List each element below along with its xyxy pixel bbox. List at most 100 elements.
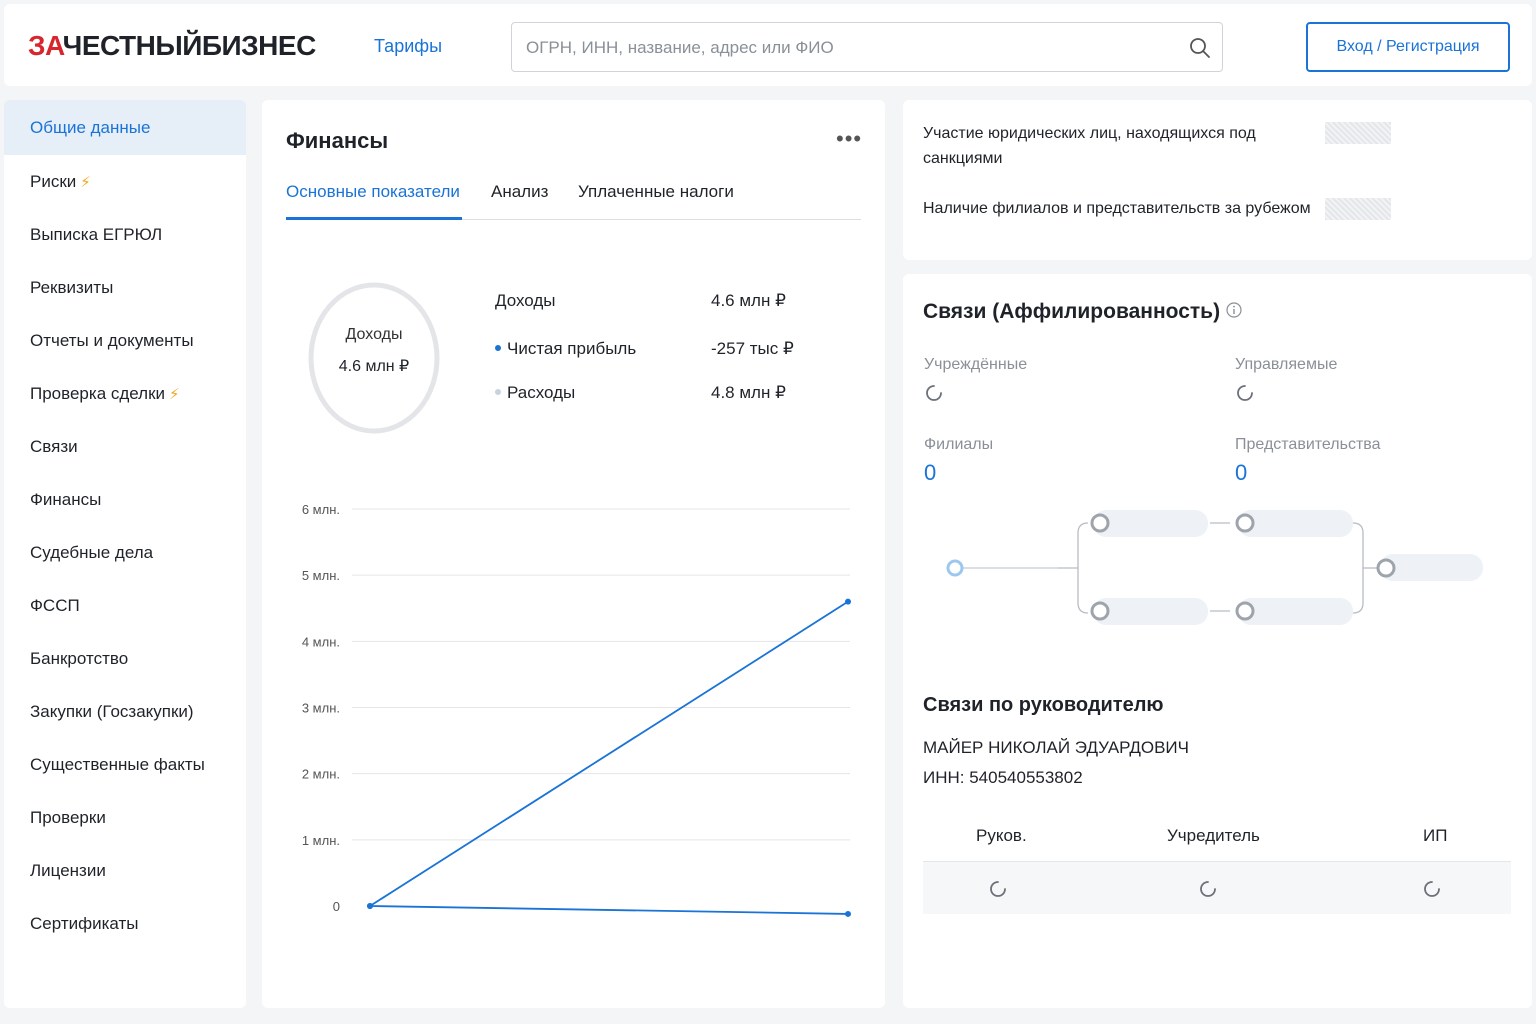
y-tick-label: 3 млн.	[302, 701, 340, 716]
sidebar-item-label: ФССП	[30, 595, 80, 615]
y-tick-label: 0	[333, 899, 340, 914]
sidebar-item-facts[interactable]: Существенные факты	[4, 738, 246, 791]
search-box	[511, 22, 1223, 72]
leader-relations-title: Связи по руководителю	[923, 694, 1164, 716]
sidebar-item-reports[interactable]: Отчеты и документы	[4, 314, 246, 367]
sidebar-item-label: Общие данные	[30, 117, 151, 137]
y-tick-label: 6 млн.	[302, 502, 340, 517]
sidebar-item-finance[interactable]: Финансы	[4, 473, 246, 526]
sanctions-card: Участие юридических лиц, находящихся под…	[903, 100, 1532, 260]
logo-red-part: ЗА	[28, 30, 63, 61]
finance-tabs: Основные показатели Анализ Уплаченные на…	[286, 182, 861, 220]
profit-dot-icon	[495, 344, 501, 351]
sidebar-item-label: Банкротство	[30, 648, 129, 668]
loading-spinner-icon	[926, 385, 942, 401]
sidebar-item-deal-check[interactable]: Проверка сделки ⚡	[4, 367, 246, 420]
metric-expense-text: Расходы	[507, 383, 576, 402]
search-icon[interactable]	[1188, 36, 1212, 60]
tab-leader[interactable]: Руков.	[976, 826, 1027, 846]
sidebar-item-certificates[interactable]: Сертификаты	[4, 897, 246, 950]
sidebar-item-requisites[interactable]: Реквизиты	[4, 261, 246, 314]
y-tick-label: 4 млн.	[302, 634, 340, 649]
data-point-1-0[interactable]	[367, 903, 373, 909]
sidebar-item-fssp[interactable]: ФССП	[4, 579, 246, 632]
sidebar-item-risks[interactable]: Риски ⚡	[4, 155, 246, 208]
sidebar-item-label: Финансы	[30, 489, 102, 509]
sanctions-row-label: Участие юридических лиц, находящихся под…	[923, 125, 1256, 167]
loading-spinner-icon	[990, 881, 1006, 897]
branches-label: Филиалы	[924, 436, 994, 453]
sidebar-item-court[interactable]: Судебные дела	[4, 526, 246, 579]
sidebar-item-egrul[interactable]: Выписка ЕГРЮЛ	[4, 208, 246, 261]
sidebar-item-licenses[interactable]: Лицензии	[4, 844, 246, 897]
leader-tabs: Руков. Учредитель ИП	[923, 814, 1511, 862]
finance-title: Финансы	[286, 128, 389, 153]
leader-inn: ИНН: 540540553802	[923, 768, 1083, 787]
metric-expense-value: 4.8 млн ₽	[711, 383, 786, 402]
loading-spinner-icon	[1424, 881, 1440, 897]
founded-label: Учреждённые	[924, 356, 1028, 373]
logo-dark-part: ЧЕСТНЫЙБИЗНЕС	[62, 30, 317, 61]
managed-label: Управляемые	[1235, 356, 1338, 373]
loading-spinner-icon	[1237, 385, 1253, 401]
sidebar-item-label: Сертификаты	[30, 913, 139, 933]
finance-card: Финансы ••• Основные показатели Анализ У…	[262, 100, 885, 1008]
tab-taxes[interactable]: Уплаченные налоги	[578, 182, 734, 220]
sidebar-item-bankruptcy[interactable]: Банкротство	[4, 632, 246, 685]
donut-value: 4.6 млн ₽	[338, 358, 410, 375]
data-point-1-1[interactable]	[845, 910, 851, 917]
sidebar-item-label: Судебные дела	[30, 542, 154, 562]
sidebar-item-label: Отчеты и документы	[30, 330, 194, 350]
relations-title-text: Связи (Аффилированность)	[923, 300, 1221, 323]
sidebar-item-purchases[interactable]: Закупки (Госзакупки)	[4, 685, 246, 738]
tab-founder[interactable]: Учредитель	[1167, 826, 1260, 846]
more-options-icon[interactable]: •••	[836, 126, 862, 152]
foreign-branches-label: Наличие филиалов и представительств за р…	[923, 200, 1311, 217]
donut-label: Доходы	[345, 326, 403, 343]
leader-name[interactable]: МАЙЕР НИКОЛАЙ ЭДУАРДОВИЧ	[923, 738, 1189, 758]
blurred-value[interactable]	[1325, 198, 1391, 220]
sidebar-item-label: Выписка ЕГРЮЛ	[30, 224, 163, 244]
sidebar-item-inspections[interactable]: Проверки	[4, 791, 246, 844]
sidebar-item-label: Закупки (Госзакупки)	[30, 701, 194, 721]
expense-dot-icon	[495, 388, 501, 395]
logo[interactable]: ЗАЧЕСТНЫЙБИЗНЕС	[28, 30, 316, 62]
metric-profit-value: -257 тыс ₽	[711, 339, 794, 358]
data-point-0-1[interactable]	[845, 598, 851, 605]
header: ЗАЧЕСТНЫЙБИЗНЕС Тарифы Вход / Регистраци…	[4, 4, 1532, 86]
metric-income-value: 4.6 млн ₽	[711, 291, 786, 310]
leader-loading-row	[923, 862, 1511, 914]
branches-count[interactable]: 0	[924, 460, 936, 486]
metric-profit-label: Чистая прибыль	[495, 339, 636, 359]
metric-income-label: Доходы	[495, 291, 556, 310]
sidebar-item-general[interactable]: Общие данные	[4, 100, 246, 155]
sidebar-item-relations[interactable]: Связи	[4, 420, 246, 473]
tab-main-indicators[interactable]: Основные показатели	[286, 182, 462, 220]
series-line-1	[369, 905, 849, 915]
search-input[interactable]	[526, 35, 1166, 61]
blurred-value[interactable]	[1325, 122, 1391, 144]
login-register-button[interactable]: Вход / Регистрация	[1306, 22, 1510, 72]
y-tick-label: 1 млн.	[302, 833, 340, 848]
relations-card: Связи (Аффилированность) Учреждённые Упр…	[903, 274, 1532, 1008]
bolt-icon: ⚡	[169, 385, 180, 403]
metric-profit-text: Чистая прибыль	[507, 339, 637, 358]
sidebar-item-label: Лицензии	[30, 860, 106, 880]
info-icon[interactable]	[1226, 302, 1242, 319]
sidebar: Общие данные Риски ⚡ Выписка ЕГРЮЛ Реквиз…	[4, 100, 246, 1008]
bolt-icon: ⚡	[80, 173, 91, 191]
sidebar-item-label: Проверка сделки	[30, 383, 166, 403]
sidebar-item-label: Риски	[30, 171, 77, 191]
tab-analysis[interactable]: Анализ	[491, 182, 548, 220]
tariffs-link[interactable]: Тарифы	[374, 36, 442, 57]
finance-line-chart: 0 1 млн. 2 млн. 3 млн. 4 млн. 5 млн. 6 млн.	[302, 502, 851, 917]
sidebar-item-label: Связи	[30, 436, 78, 456]
sidebar-item-label: Проверки	[30, 807, 106, 827]
affiliation-graph-placeholder	[946, 510, 1483, 625]
tab-ip[interactable]: ИП	[1423, 826, 1447, 846]
representations-count[interactable]: 0	[1235, 460, 1247, 486]
sidebar-item-label: Реквизиты	[30, 277, 114, 297]
y-tick-label: 2 млн.	[302, 767, 340, 782]
metric-expense-label: Расходы	[495, 383, 575, 403]
relations-title: Связи (Аффилированность)	[923, 300, 1242, 324]
